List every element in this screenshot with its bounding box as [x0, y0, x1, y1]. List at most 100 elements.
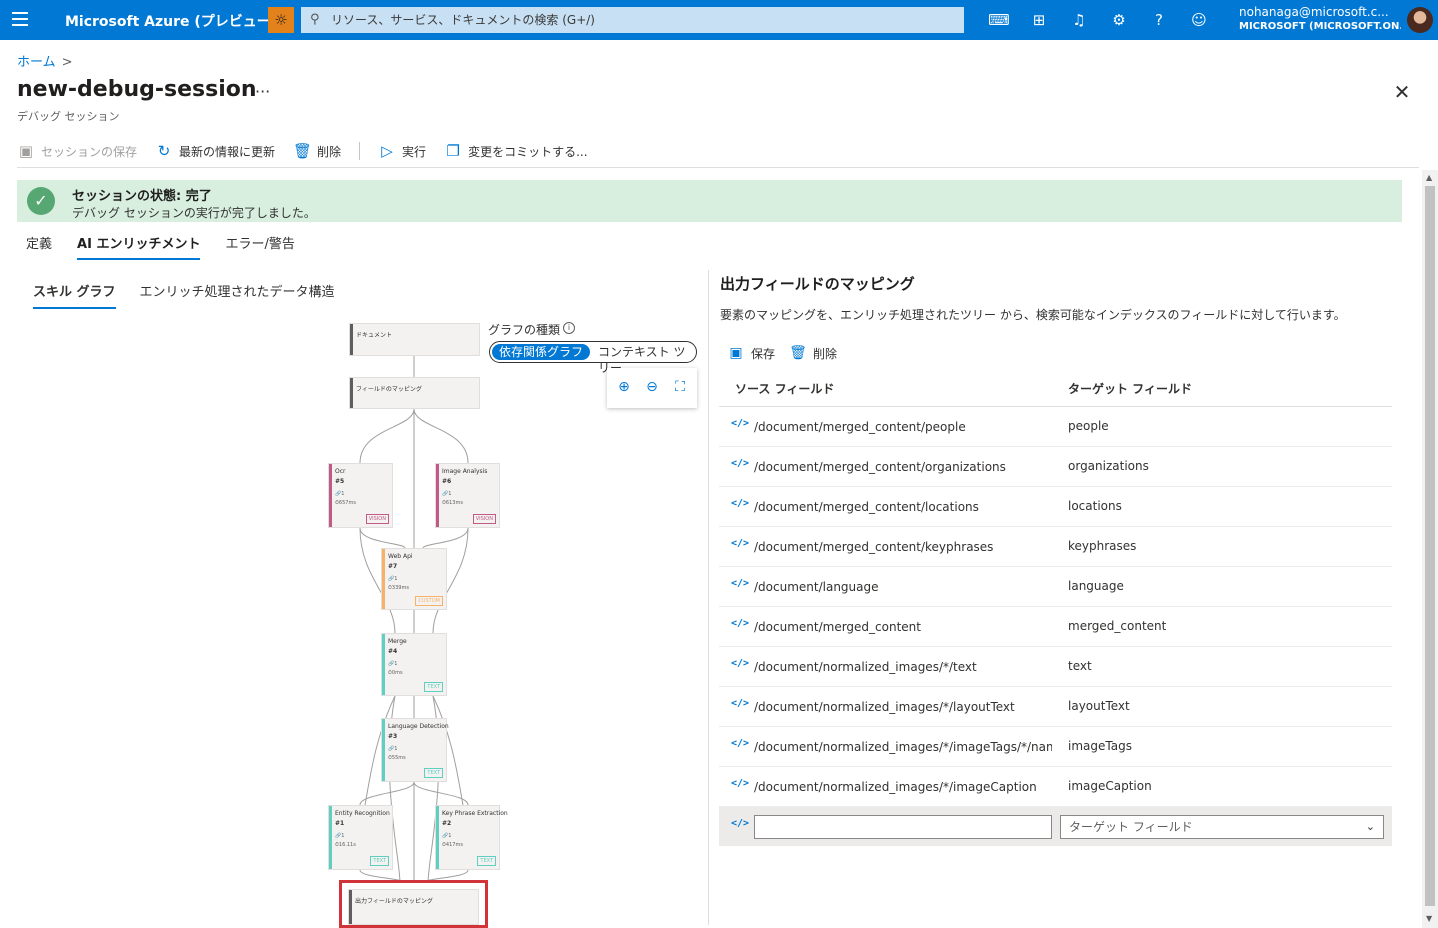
skill-graph[interactable]: ドキュメント フィールドのマッピング Ocr #5 🔗1 ⏱657ms VISI… — [320, 318, 710, 928]
new-target-field-dropdown[interactable]: ターゲット フィールド ⌄ — [1060, 815, 1384, 839]
scroll-down-icon[interactable]: ▼ — [1426, 914, 1432, 923]
tab-skill-graph[interactable]: スキル グラフ — [33, 281, 116, 309]
bug-icon[interactable]: ☼ — [268, 7, 294, 33]
target-field: people — [1068, 419, 1109, 433]
tab-errors-warnings[interactable]: エラー/警告 — [225, 233, 294, 260]
run-button[interactable]: ▷ 実行 — [378, 142, 426, 160]
node-time: ⏱0ms — [388, 670, 403, 676]
source-field: /document/normalized_images/*/imageTags/… — [754, 740, 1052, 754]
node-name: ドキュメント — [356, 332, 393, 339]
tab-definition[interactable]: 定義 — [26, 233, 52, 260]
save-session-button[interactable]: ▣ セッションの保存 — [17, 142, 137, 160]
code-icon: </> — [731, 498, 750, 509]
graph-node-document[interactable]: ドキュメント — [349, 323, 480, 356]
table-row[interactable]: </> /document/normalized_images/*/imageC… — [719, 767, 1392, 807]
node-name: Language Detection — [388, 723, 449, 730]
chevron-down-icon: ⌄ — [1365, 820, 1375, 833]
graph-node-language-detection[interactable]: Language Detection #3 🔗1 ⏱55ms TEXT — [381, 718, 449, 782]
mapping-save-label: 保存 — [751, 346, 776, 361]
node-name: Key Phrase Extraction — [442, 810, 508, 817]
panel-divider — [708, 270, 709, 925]
delete-button[interactable]: 🗑 削除 — [293, 142, 341, 160]
graph-node-field-mappings[interactable]: フィールドのマッピング — [349, 377, 480, 409]
avatar[interactable] — [1407, 7, 1433, 33]
graph-node-output-field-mappings[interactable]: 出力フィールドのマッピング — [348, 889, 479, 925]
mapping-save-button[interactable]: ▣ 保存 — [727, 344, 775, 362]
edge — [359, 408, 415, 464]
run-label: 実行 — [402, 144, 427, 159]
new-source-field-input[interactable] — [754, 815, 1052, 839]
zoom-in-icon[interactable]: ⊕ — [615, 378, 633, 396]
fit-view-icon[interactable]: ⛶ — [671, 378, 689, 396]
account-menu[interactable]: nohanaga@microsoft.c... MICROSOFT (MICRO… — [1239, 5, 1401, 32]
notification-icon[interactable]: ♫ — [1068, 9, 1090, 31]
help-icon[interactable]: ? — [1148, 9, 1170, 31]
commit-changes-button[interactable]: ❐ 変更をコミットする... — [444, 142, 587, 160]
page-title: new-debug-session — [17, 77, 257, 102]
table-row[interactable]: </> /document/merged_content/people peop… — [719, 407, 1392, 447]
search-placeholder: リソース、サービス、ドキュメントの検索 (G+/) — [331, 13, 595, 27]
source-field: /document/merged_content/locations — [754, 500, 979, 514]
node-time: ⏱55ms — [388, 755, 406, 761]
zoom-out-icon[interactable]: ⊖ — [643, 378, 661, 396]
table-row[interactable]: </> /document/normalized_images/*/text t… — [719, 647, 1392, 687]
graph-node-key-phrase-extraction[interactable]: Key Phrase Extraction #2 🔗1 ⏱417ms TEXT — [435, 805, 508, 870]
graph-node-image-analysis[interactable]: Image Analysis #6 🔗1 ⏱613ms VISION — [435, 463, 500, 528]
graph-node-web-api[interactable]: Web Api #7 🔗1 ⏱339ms CUSTOM — [381, 548, 447, 610]
graph-type-dependency[interactable]: 依存関係グラフ — [492, 344, 591, 360]
delete-label: 削除 — [317, 144, 342, 159]
edge — [413, 408, 469, 464]
table-row[interactable]: </> /document/merged_content/organizatio… — [719, 447, 1392, 487]
command-divider — [359, 142, 361, 160]
graph-type-context-tree[interactable]: コンテキスト ツリー — [598, 344, 696, 375]
node-time: ⏱339ms — [388, 585, 409, 591]
settings-icon[interactable]: ⚙ — [1108, 9, 1130, 31]
refresh-icon: ↻ — [157, 142, 171, 160]
graph-type-label: グラフの種類 — [488, 323, 561, 337]
table-row[interactable]: </> /document/normalized_images/*/layout… — [719, 687, 1392, 727]
code-icon: </> — [731, 738, 750, 749]
node-tag: VISION — [365, 514, 389, 524]
source-field: /document/normalized_images/*/text — [754, 660, 977, 674]
table-row[interactable]: </> /document/merged_content/keyphrases … — [719, 527, 1392, 567]
refresh-button[interactable]: ↻ 最新の情報に更新 — [155, 142, 275, 160]
search-input[interactable]: ⚲ リソース、サービス、ドキュメントの検索 (G+/) — [301, 7, 964, 33]
source-field: /document/merged_content/people — [754, 420, 966, 434]
node-id: #4 — [388, 648, 398, 655]
node-count: 🔗1 — [335, 491, 345, 497]
graph-node-entity-recognition[interactable]: Entity Recognition #1 🔗1 ⏱16.11s TEXT — [328, 805, 393, 870]
tab-ai-enrichment[interactable]: AI エンリッチメント — [77, 233, 201, 260]
feedback-icon[interactable]: ☺ — [1188, 9, 1210, 31]
cloud-shell-icon[interactable]: ⌨ — [988, 9, 1010, 31]
copy-icon: ❐ — [446, 142, 460, 160]
table-row[interactable]: </> /document/merged_content/locations l… — [719, 487, 1392, 527]
status-banner: ✓ セッションの状態: 完了 デバッグ セッションの実行が完了しました。 — [17, 180, 1402, 222]
portal-brand[interactable]: Microsoft Azure (プレビュー) — [65, 11, 277, 31]
vertical-scrollbar[interactable]: ▲ ▼ — [1422, 170, 1438, 928]
node-name: Web Api — [388, 553, 413, 560]
node-time: ⏱657ms — [335, 500, 356, 506]
directory-filter-icon[interactable]: ⊞ — [1028, 9, 1050, 31]
menu-icon[interactable] — [12, 12, 28, 26]
edge — [422, 527, 469, 549]
info-icon[interactable]: i — [563, 322, 575, 334]
node-name: 出力フィールドのマッピング — [355, 898, 433, 905]
code-icon: </> — [731, 578, 750, 589]
graph-node-merge[interactable]: Merge #4 🔗1 ⏱0ms TEXT — [381, 633, 447, 696]
close-icon[interactable]: ✕ — [1392, 80, 1412, 104]
node-count: 🔗1 — [388, 661, 398, 667]
table-row[interactable]: </> /document/merged_content merged_cont… — [719, 607, 1392, 647]
more-options-icon[interactable]: ··· — [255, 82, 270, 101]
scroll-up-icon[interactable]: ▲ — [1426, 173, 1432, 182]
node-id: #7 — [388, 563, 398, 570]
table-row[interactable]: </> /document/language language — [719, 567, 1392, 607]
column-target: ターゲット フィールド — [1068, 382, 1192, 396]
breadcrumb-home[interactable]: ホーム — [17, 55, 56, 70]
node-time-value: 657ms — [338, 500, 356, 506]
mapping-delete-button[interactable]: 🗑 削除 — [789, 344, 837, 362]
graph-node-ocr[interactable]: Ocr #5 🔗1 ⏱657ms VISION — [328, 463, 393, 528]
table-row[interactable]: </> /document/normalized_images/*/imageT… — [719, 727, 1392, 767]
scrollbar-thumb[interactable] — [1425, 186, 1435, 906]
tab-enriched-data-structure[interactable]: エンリッチ処理されたデータ構造 — [140, 281, 335, 309]
code-icon: </> — [731, 458, 750, 469]
